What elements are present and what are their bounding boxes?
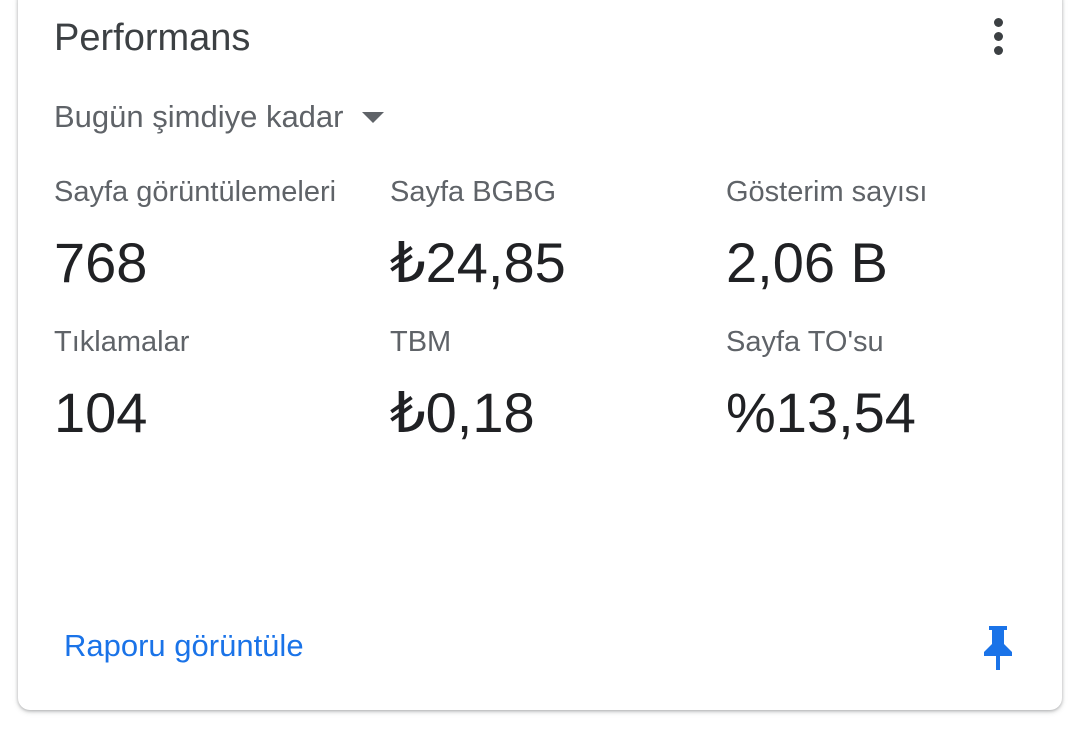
metric-label: Gösterim sayısı bbox=[726, 176, 928, 208]
metric-label: TBM bbox=[390, 326, 452, 358]
metric-value: 104 bbox=[54, 381, 148, 444]
metric-label: Sayfa BGBG bbox=[390, 176, 557, 208]
dropdown-caret-icon bbox=[361, 111, 384, 123]
metric-page-views: Sayfa görüntülemeleri 768 bbox=[54, 174, 374, 296]
metric-value: ₺0,18 bbox=[390, 381, 535, 444]
date-range-dropdown[interactable]: Bugün şimdiye kadar bbox=[54, 94, 384, 140]
metric-label: Tıklamalar bbox=[54, 326, 190, 358]
metric-page-ctr: Sayfa TO'su %13,54 bbox=[726, 324, 1046, 446]
metric-cpc: TBM ₺0,18 bbox=[390, 324, 710, 446]
metric-page-rpm: Sayfa BGBG ₺24,85 bbox=[390, 174, 710, 296]
metric-value: %13,54 bbox=[726, 381, 916, 444]
card-title: Performans bbox=[54, 17, 251, 59]
metric-value: ₺24,85 bbox=[390, 231, 566, 294]
metric-value: 2,06 B bbox=[726, 231, 888, 294]
performance-card: Performans Bugün şimdiye kadar Sayfa gör… bbox=[18, 0, 1062, 710]
metric-value: 768 bbox=[54, 231, 148, 294]
metric-label: Sayfa TO'su bbox=[726, 326, 884, 358]
date-range-label: Bugün şimdiye kadar bbox=[54, 99, 344, 134]
metric-impressions: Gösterim sayısı 2,06 B bbox=[726, 174, 1046, 296]
pin-button[interactable] bbox=[980, 624, 1016, 672]
metric-label: Sayfa görüntülemeleri bbox=[54, 176, 337, 208]
view-report-link[interactable]: Raporu görüntüle bbox=[64, 626, 304, 666]
pin-icon bbox=[984, 626, 1012, 670]
more-vert-icon bbox=[993, 17, 1003, 27]
more-options-button[interactable] bbox=[978, 12, 1018, 60]
metric-clicks: Tıklamalar 104 bbox=[54, 324, 374, 446]
